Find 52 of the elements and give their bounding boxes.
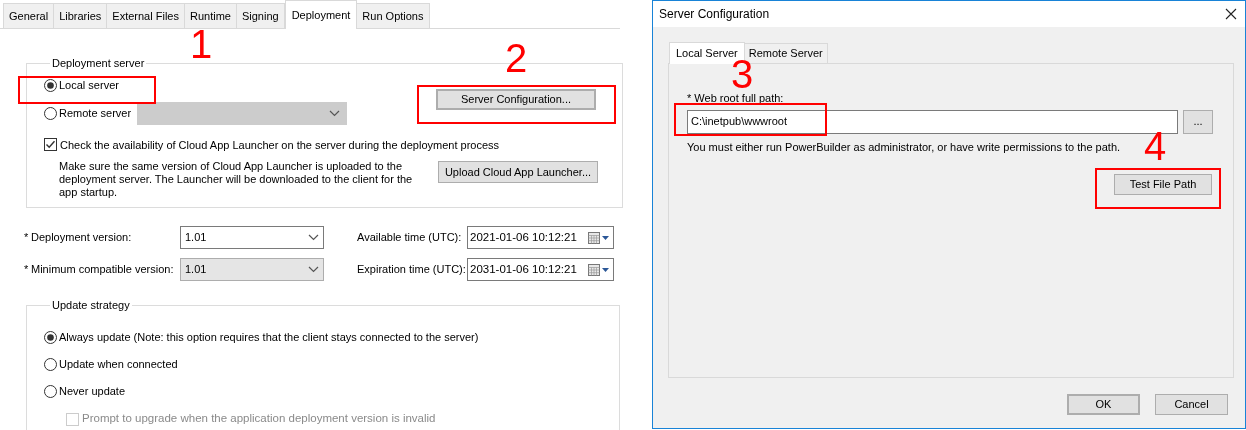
- radio-icon[interactable]: [44, 357, 57, 371]
- checkbox-label: Prompt to upgrade when the application deployment version is invalid: [82, 411, 436, 427]
- dialog-button[interactable]: OK: [1067, 394, 1140, 415]
- server-configuration-button[interactable]: Server Configuration...: [436, 88, 596, 110]
- required-mark: *: [24, 230, 30, 246]
- tab[interactable]: Runtime: [183, 3, 237, 28]
- radio-icon[interactable]: [44, 384, 57, 398]
- path-note: You must either run PowerBuilder as administrator, or have write permissions to the path.: [687, 139, 1121, 155]
- close-icon[interactable]: [1225, 8, 1237, 20]
- window-title: Server Configuration: [659, 6, 770, 23]
- field-label: * Web root full path:: [687, 91, 785, 106]
- calendar-icon[interactable]: [588, 231, 610, 244]
- field-label: Deployment version:: [31, 230, 133, 246]
- launcher-note: Make sure the same version of Cloud App Launcher is uploaded to the deployment server. The Launcher will be downloaded to the client for the app startup.: [59, 160, 414, 199]
- tab[interactable]: Signing: [235, 3, 285, 28]
- tab[interactable]: General: [3, 3, 55, 28]
- chevron-down-icon: [308, 266, 319, 273]
- dropdown-value: 1.01: [185, 230, 207, 246]
- tab[interactable]: Libraries: [53, 3, 108, 28]
- field-label: Available time (UTC):: [357, 230, 463, 246]
- radio-label: Never update: [59, 383, 126, 399]
- dialog-button[interactable]: Cancel: [1155, 394, 1228, 415]
- radio-label: Local server: [59, 78, 119, 94]
- radio-icon[interactable]: [44, 107, 57, 120]
- radio-label: Update when connected: [59, 356, 178, 372]
- upload-launcher-button[interactable]: Upload Cloud App Launcher...: [438, 161, 598, 183]
- date-time-value: 2021-01-06 10:12:21: [470, 229, 577, 245]
- callout-number: 2: [505, 38, 528, 78]
- chevron-down-icon: [308, 234, 319, 241]
- version-dropdown[interactable]: 1.01: [180, 226, 324, 249]
- tab[interactable]: Run Options: [356, 3, 430, 28]
- field-label: Minimum compatible version:: [31, 262, 175, 278]
- date-time-field[interactable]: 2021-01-06 10:12:21: [467, 226, 614, 249]
- tab[interactable]: External Files: [106, 3, 185, 28]
- checkbox-label: Check the availability of Cloud App Launcher on the server during the deployment process: [60, 137, 500, 153]
- chevron-down-icon: [329, 110, 341, 117]
- browse-button[interactable]: ...: [1183, 109, 1213, 134]
- required-mark: *: [24, 262, 30, 278]
- checkbox[interactable]: [44, 138, 57, 152]
- dropdown-value: 1.01: [185, 262, 207, 278]
- calendar-icon[interactable]: [588, 263, 610, 276]
- test-file-path-button[interactable]: Test File Path: [1114, 174, 1212, 195]
- path-value: C:\inetpub\wwwroot: [691, 114, 787, 130]
- radio-label: Always update (Note: this option requires that the client stays connected to the server): [59, 329, 479, 345]
- date-time-value: 2031-01-06 10:12:21: [470, 261, 577, 277]
- tab[interactable]: Deployment: [284, 0, 358, 29]
- group-title: Update strategy: [51, 298, 131, 313]
- field-label: Expiration time (UTC):: [357, 262, 467, 278]
- group-title: Deployment server: [51, 56, 146, 71]
- radio-label: Remote server: [59, 106, 132, 122]
- radio-selected-icon[interactable]: [44, 330, 57, 344]
- radio-selected-icon[interactable]: [44, 79, 57, 92]
